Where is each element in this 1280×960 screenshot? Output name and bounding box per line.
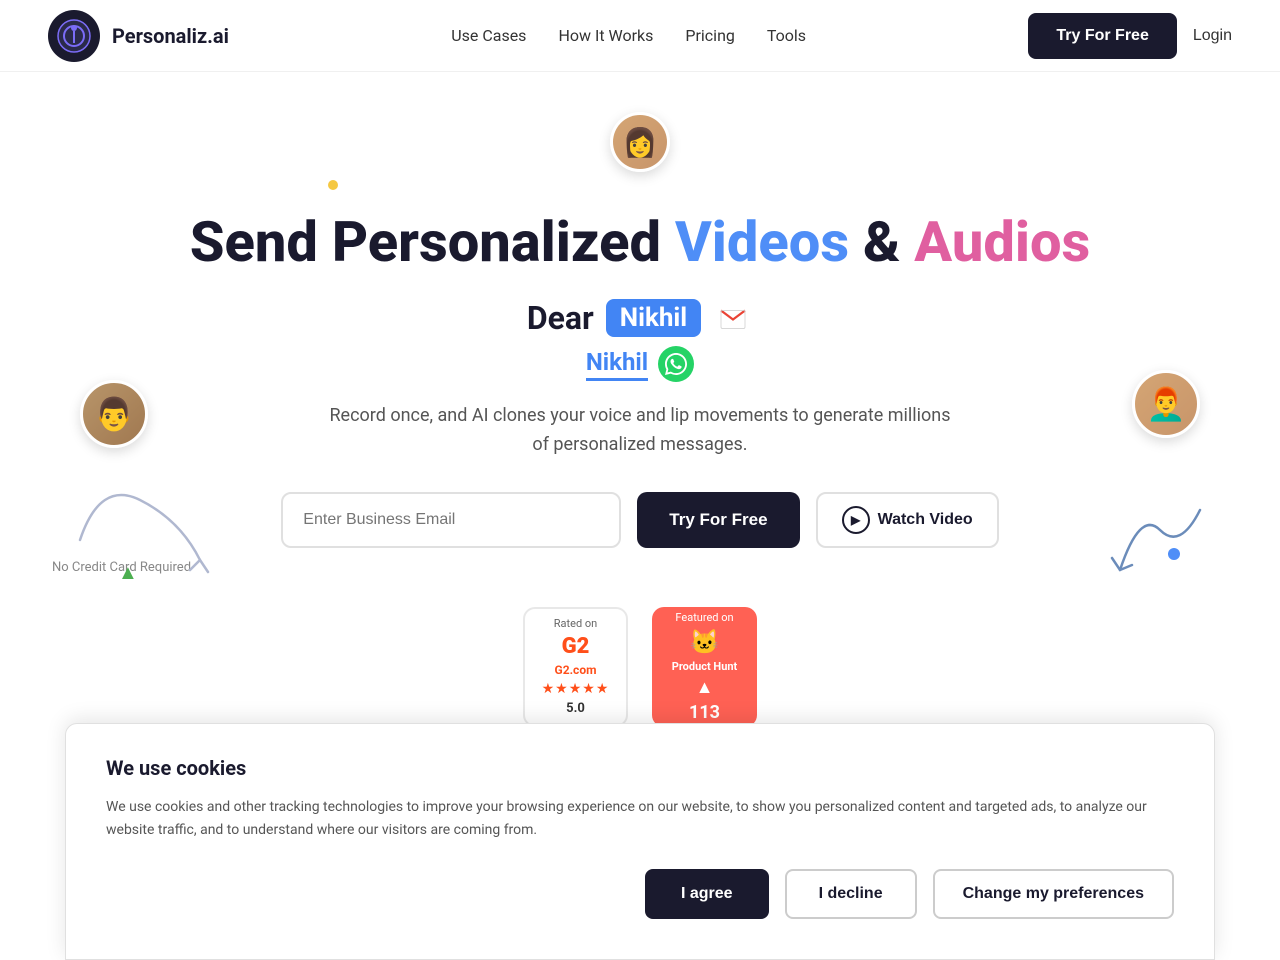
cookie-preferences-button[interactable]: Change my preferences [933,869,1174,919]
navbar-right: Try For Free Login [1028,13,1232,59]
personalized-demo: Dear Nikhil [527,298,753,338]
cookie-banner: We use cookies We use cookies and other … [65,723,1215,960]
g2-badge: Rated on G2 G2.com ★★★★★ 5.0 [523,607,628,727]
heading-amp: & [849,209,914,275]
cookie-agree-button[interactable]: I agree [645,869,769,919]
producthunt-badge: Featured on 🐱 Product Hunt ▲ 113 [652,607,757,727]
watch-video-button[interactable]: ▶ Watch Video [816,492,999,548]
navbar: Personaliz.ai Use Cases How It Works Pri… [0,0,1280,72]
hero-heading: Send Personalized Videos & Audios [190,210,1091,274]
try-free-hero-button[interactable]: Try For Free [637,492,799,548]
heading-audios: Audios [914,209,1090,275]
avatar-left: 👨 [80,380,148,448]
nikhil-badge: Nikhil [606,299,701,337]
avatar-right: 👨‍🦰 [1132,370,1200,438]
deco-arrow-right [1100,490,1220,614]
play-icon: ▶ [842,506,870,534]
nav-pricing[interactable]: Pricing [685,26,735,45]
heading-videos: Videos [675,209,849,275]
nav-use-cases[interactable]: Use Cases [451,26,526,45]
nikhil-underline: Nikhil [586,348,648,381]
gmail-icon [713,298,753,338]
cookie-decline-button[interactable]: I decline [785,869,917,919]
cookie-buttons: I agree I decline Change my preferences [106,869,1174,919]
second-row-demo: Nikhil [586,346,694,382]
producthunt-icon: 🐱 [690,628,720,656]
cta-row: Try For Free ▶ Watch Video [281,492,998,548]
whatsapp-icon [658,346,694,382]
avatar-face-left: 👨 [80,380,148,448]
hero-subtext: Record once, and AI clones your voice an… [329,402,950,460]
hero-section: 👩 Send Personalized Videos & Audios Dear… [0,72,1280,727]
email-input[interactable] [281,492,621,548]
dear-text: Dear [527,299,594,337]
cookie-text: We use cookies and other tracking techno… [106,796,1174,841]
nav-how-it-works[interactable]: How It Works [558,26,653,45]
heading-send: Send Personalized [190,209,675,275]
cookie-title: We use cookies [106,756,1174,780]
avatar-face-right: 👨‍🦰 [1132,370,1200,438]
badges-row: Rated on G2 G2.com ★★★★★ 5.0 Featured on… [523,607,757,727]
logo-icon [48,10,100,62]
nav-tools[interactable]: Tools [767,26,806,45]
brand-name: Personaliz.ai [112,24,229,48]
nav-links: Use Cases How It Works Pricing Tools [451,26,806,45]
login-button[interactable]: Login [1193,27,1232,45]
deco-arrow-left [60,460,220,584]
avatar-face-top: 👩 [613,115,667,169]
yellow-dot-decoration [328,180,338,190]
avatar-top: 👩 [610,112,670,172]
brand: Personaliz.ai [48,10,229,62]
navbar-try-free-button[interactable]: Try For Free [1028,13,1176,59]
